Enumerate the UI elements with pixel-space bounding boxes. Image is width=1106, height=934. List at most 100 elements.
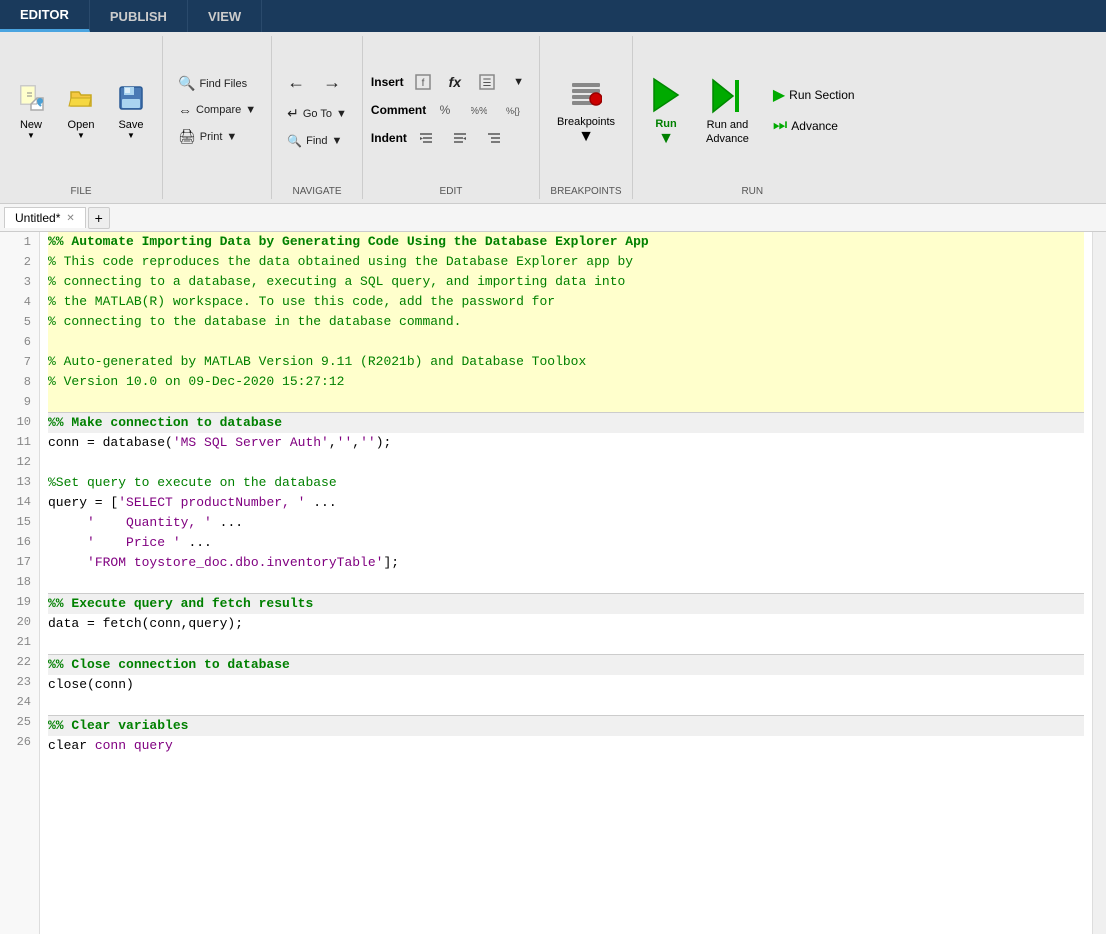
compare-button[interactable]: ⇔ Compare ▼ xyxy=(171,98,263,122)
navigate-content: ← → ↵ Go To ▼ 🔍 Find ▼ xyxy=(280,36,354,184)
new-button[interactable]: New ▼ xyxy=(8,77,54,143)
open-caret: ▼ xyxy=(77,131,85,140)
svg-text:%{}: %{} xyxy=(506,106,520,116)
code-line-1: %% Automate Importing Data by Generating… xyxy=(48,232,1084,252)
goto-caret: ▼ xyxy=(336,108,347,120)
tab-publish[interactable]: PUBLISH xyxy=(90,0,188,32)
print-button[interactable]: 🖨 Print ▼ xyxy=(171,124,244,149)
open-label: Open xyxy=(68,119,95,131)
code-line-20: data = fetch(conn,query); xyxy=(48,614,1084,634)
editor-scrollbar[interactable] xyxy=(1092,232,1106,934)
new-tab-button[interactable]: + xyxy=(88,207,110,229)
open-button[interactable]: Open ▼ xyxy=(58,77,104,143)
main-tab-bar: EDITOR PUBLISH VIEW xyxy=(0,0,1106,32)
print-caret: ▼ xyxy=(226,131,237,143)
open-icon xyxy=(67,84,95,119)
find-icon: 🔍 xyxy=(287,134,302,148)
run-label: Run xyxy=(655,118,676,130)
editor-tab-untitled[interactable]: Untitled* ✕ xyxy=(4,207,86,228)
comment-icon3[interactable]: %{} xyxy=(498,98,528,122)
code-line-12 xyxy=(48,453,1084,473)
tab-editor[interactable]: EDITOR xyxy=(0,0,90,32)
comment-row: Comment % %% %{} xyxy=(371,98,528,122)
file-actions-label xyxy=(216,184,219,199)
run-icon xyxy=(650,77,682,118)
toolbar-navigate-group: ← → ↵ Go To ▼ 🔍 Find ▼ NAVIGATE xyxy=(272,36,363,199)
new-icon xyxy=(17,84,45,119)
find-caret: ▼ xyxy=(332,135,343,147)
find-button[interactable]: 🔍 Find ▼ xyxy=(280,130,349,152)
run-section-icon: ▶ xyxy=(773,85,785,105)
goto-icon: ↵ xyxy=(287,105,299,122)
editor-tab-strip: Untitled* ✕ + xyxy=(0,204,1106,232)
fx-button[interactable]: fx xyxy=(442,70,468,94)
advance-icon: ⏭ xyxy=(773,117,787,135)
run-section-button[interactable]: ▶ Run Section xyxy=(764,80,864,110)
comment-icon2[interactable]: %% xyxy=(464,98,494,122)
advance-label: Advance xyxy=(791,119,838,133)
code-line-7: % Auto-generated by MATLAB Version 9.11 … xyxy=(48,352,1084,372)
new-label: New xyxy=(20,119,42,131)
toolbar-file-group: New ▼ Open ▼ xyxy=(0,36,163,199)
code-line-8: % Version 10.0 on 09-Dec-2020 15:27:12 xyxy=(48,372,1084,392)
run-and-advance-icon xyxy=(711,78,743,119)
file-group-label: FILE xyxy=(70,184,91,199)
run-section-col: ▶ Run Section ⏭ Advance xyxy=(764,80,864,140)
svg-text:☰: ☰ xyxy=(483,78,492,89)
file-buttons: New ▼ Open ▼ xyxy=(8,36,154,184)
editor-tab-name: Untitled* xyxy=(15,211,60,225)
code-line-26: clear conn query xyxy=(48,736,1084,756)
code-line-19: %% Execute query and fetch results xyxy=(48,593,1084,614)
insert-icon2-button[interactable]: ☰ xyxy=(472,70,502,94)
code-line-17: 'FROM toystore_doc.dbo.inventoryTable']; xyxy=(48,553,1084,573)
advance-button[interactable]: ⏭ Advance xyxy=(764,112,864,140)
indent-icon3[interactable] xyxy=(479,126,509,150)
editor-tab-close[interactable]: ✕ xyxy=(66,213,74,224)
find-files-button[interactable]: 🔍 Find Files xyxy=(171,71,254,96)
code-line-24 xyxy=(48,695,1084,715)
save-button[interactable]: Save ▼ xyxy=(108,77,154,143)
tab-view[interactable]: VIEW xyxy=(188,0,262,32)
insert-dropdown-button[interactable]: ▼ xyxy=(506,72,531,92)
code-line-16: ' Price ' ... xyxy=(48,533,1084,553)
comment-icon1[interactable]: % xyxy=(430,98,460,122)
goto-button[interactable]: ↵ Go To ▼ xyxy=(280,101,354,126)
back-button[interactable]: ← xyxy=(280,68,312,97)
code-line-22: %% Close connection to database xyxy=(48,654,1084,675)
code-line-6 xyxy=(48,332,1084,352)
indent-icon2[interactable] xyxy=(445,126,475,150)
compare-caret: ▼ xyxy=(245,104,256,116)
edit-content: Insert f fx ☰ ▼ Comment % %% xyxy=(371,36,531,184)
run-and-advance-button[interactable]: Run andAdvance xyxy=(697,71,758,148)
indent-label: Indent xyxy=(371,131,407,145)
breakpoints-button[interactable]: Breakpoints ▼ xyxy=(548,72,624,149)
svg-text:%%: %% xyxy=(471,106,487,117)
svg-text:%: % xyxy=(440,103,451,117)
insert-label: Insert xyxy=(371,75,404,89)
code-line-4: % the MATLAB(R) workspace. To use this c… xyxy=(48,292,1084,312)
run-button[interactable]: Run ▼ xyxy=(641,70,691,151)
toolbar-file-actions-group: 🔍 Find Files ⇔ Compare ▼ 🖨 Print ▼ xyxy=(163,36,272,199)
toolbar-edit-group: Insert f fx ☰ ▼ Comment % %% xyxy=(363,36,540,199)
editor-body[interactable]: 1 2 3 4 5 6 7 8 9 10 11 12 13 14 15 16 1… xyxy=(0,232,1106,934)
breakpoints-icon xyxy=(570,79,602,116)
insert-row: Insert f fx ☰ ▼ xyxy=(371,70,531,94)
file-actions-content: 🔍 Find Files ⇔ Compare ▼ 🖨 Print ▼ xyxy=(171,36,263,184)
forward-button[interactable]: → xyxy=(316,68,348,97)
indent-icon1[interactable] xyxy=(411,126,441,150)
insert-icon1-button[interactable]: f xyxy=(408,70,438,94)
code-area[interactable]: %% Automate Importing Data by Generating… xyxy=(40,232,1092,934)
code-line-14: query = ['SELECT productNumber, ' ... xyxy=(48,493,1084,513)
code-line-13: %Set query to execute on the database xyxy=(48,473,1084,493)
fx-icon: fx xyxy=(449,74,461,90)
comment-label: Comment xyxy=(371,103,426,117)
svg-text:f: f xyxy=(421,78,424,89)
code-line-15: ' Quantity, ' ... xyxy=(48,513,1084,533)
code-line-9 xyxy=(48,392,1084,412)
new-caret: ▼ xyxy=(27,131,35,140)
code-line-5: % connecting to the database in the data… xyxy=(48,312,1084,332)
compare-icon: ⇔ xyxy=(178,102,192,118)
code-line-21 xyxy=(48,634,1084,654)
breakpoints-caret: ▼ xyxy=(578,128,594,146)
code-line-18 xyxy=(48,573,1084,593)
